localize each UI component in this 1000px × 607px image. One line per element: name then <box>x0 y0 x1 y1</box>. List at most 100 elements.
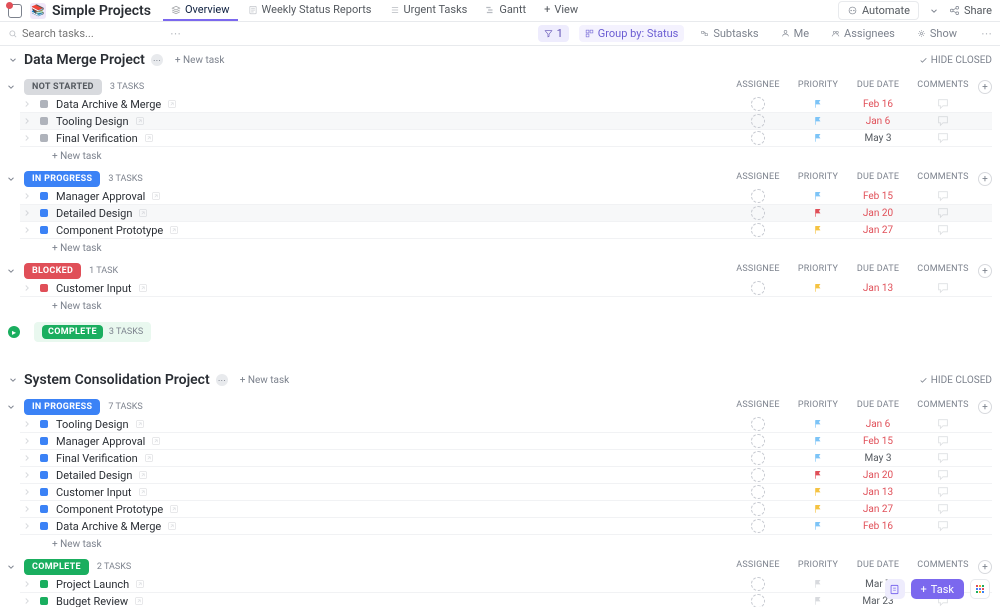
task-row[interactable]: Final VerificationMay 3 <box>20 450 992 467</box>
due-date-cell[interactable]: Jan 27 <box>848 504 908 515</box>
new-task-row[interactable]: + New task <box>20 239 992 258</box>
task-row[interactable]: Tooling Design Jan 6 <box>20 416 992 433</box>
task-name[interactable]: Final Verification <box>56 452 138 465</box>
open-task-icon[interactable] <box>151 191 161 201</box>
add-view-button[interactable]: + View <box>536 0 586 21</box>
due-date-cell[interactable]: Jan 20 <box>848 208 908 219</box>
assignee-cell[interactable] <box>728 97 788 111</box>
comments-cell[interactable] <box>908 485 978 499</box>
task-row[interactable]: Detailed DesignJan 20 <box>20 467 992 484</box>
comments-cell[interactable] <box>908 97 978 111</box>
col-priority[interactable]: PRIORITY <box>788 80 848 94</box>
task-row[interactable]: Data Archive & MergeFeb 16 <box>20 96 992 113</box>
expand-task-icon[interactable] <box>22 133 32 143</box>
new-task-row[interactable]: + New task <box>20 297 992 316</box>
project-new-task-link[interactable]: + New task <box>175 55 225 66</box>
collapse-group-icon[interactable] <box>6 82 16 92</box>
task-status-square[interactable] <box>40 284 48 292</box>
task-row[interactable]: Customer InputJan 13 <box>20 280 992 297</box>
open-task-icon[interactable] <box>167 521 177 531</box>
priority-cell[interactable] <box>788 116 848 126</box>
col-assignee[interactable]: ASSIGNEE <box>728 80 788 94</box>
assignee-cell[interactable] <box>728 519 788 533</box>
content-scroll[interactable]: Data Merge Project⋯+ New task HIDE CLOSE… <box>0 46 1000 607</box>
open-task-icon[interactable] <box>138 487 148 497</box>
status-pill[interactable]: IN PROGRESS <box>24 171 100 187</box>
collapse-project-icon[interactable] <box>8 375 18 385</box>
priority-cell[interactable] <box>788 225 848 235</box>
due-date-cell[interactable]: Jan 6 <box>848 419 908 430</box>
open-task-icon[interactable] <box>135 579 145 589</box>
quick-note-button[interactable] <box>885 579 905 599</box>
search-input[interactable] <box>22 27 162 40</box>
expand-task-icon[interactable] <box>22 453 32 463</box>
task-name[interactable]: Customer Input <box>56 282 132 295</box>
workspace-name[interactable]: Simple Projects <box>52 3 151 19</box>
comments-cell[interactable] <box>908 281 978 295</box>
due-date-cell[interactable]: Jan 6 <box>848 116 908 127</box>
assignee-cell[interactable] <box>728 417 788 431</box>
comments-cell[interactable] <box>908 189 978 203</box>
status-pill[interactable]: BLOCKED <box>24 263 81 279</box>
task-status-square[interactable] <box>40 488 48 496</box>
task-name[interactable]: Component Prototype <box>56 224 163 237</box>
task-row[interactable]: Manager ApprovalFeb 15 <box>20 433 992 450</box>
priority-cell[interactable] <box>788 99 848 109</box>
comments-cell[interactable] <box>908 434 978 448</box>
assignee-cell[interactable] <box>728 577 788 591</box>
task-row[interactable]: Component Prototype Jan 27 <box>20 501 992 518</box>
task-status-square[interactable] <box>40 437 48 445</box>
assignee-cell[interactable] <box>728 189 788 203</box>
task-status-square[interactable] <box>40 522 48 530</box>
open-task-icon[interactable] <box>151 436 161 446</box>
me-filter[interactable]: Me <box>775 25 815 42</box>
task-name[interactable]: Tooling Design <box>56 418 129 431</box>
apps-button[interactable] <box>970 579 990 599</box>
col-assignee[interactable]: ASSIGNEE <box>728 264 788 278</box>
col-comments[interactable]: COMMENTS <box>908 264 978 278</box>
hide-closed-toggle[interactable]: HIDE CLOSED <box>919 375 992 386</box>
assignee-cell[interactable] <box>728 131 788 145</box>
task-status-square[interactable] <box>40 580 48 588</box>
collapse-group-icon[interactable] <box>6 402 16 412</box>
task-name[interactable]: Data Archive & Merge <box>56 98 161 111</box>
expand-task-icon[interactable] <box>22 579 32 589</box>
expand-task-icon[interactable] <box>22 283 32 293</box>
task-row[interactable]: Customer InputJan 13 <box>20 484 992 501</box>
task-status-square[interactable] <box>40 505 48 513</box>
task-name[interactable]: Component Prototype <box>56 503 163 516</box>
col-assignee[interactable]: ASSIGNEE <box>728 172 788 186</box>
task-row[interactable]: Data Archive & MergeFeb 16 <box>20 518 992 535</box>
task-status-square[interactable] <box>40 117 48 125</box>
expand-complete-icon[interactable]: ▸ <box>8 326 20 338</box>
show-menu[interactable]: Show <box>911 25 963 42</box>
priority-cell[interactable] <box>788 504 848 514</box>
comments-cell[interactable] <box>908 502 978 516</box>
info-icon[interactable]: ⋯ <box>216 374 228 386</box>
comments-cell[interactable] <box>908 114 978 128</box>
due-date-cell[interactable]: Jan 13 <box>848 487 908 498</box>
search-more-icon[interactable]: ⋯ <box>170 27 181 40</box>
hide-closed-toggle[interactable]: HIDE CLOSED <box>919 55 992 66</box>
col-assignee[interactable]: ASSIGNEE <box>728 400 788 414</box>
task-row[interactable]: Detailed DesignJan 20 <box>20 205 992 222</box>
task-name[interactable]: Manager Approval <box>56 190 145 203</box>
add-column-button[interactable]: + <box>978 560 992 574</box>
comments-cell[interactable] <box>908 519 978 533</box>
assignee-cell[interactable] <box>728 114 788 128</box>
priority-cell[interactable] <box>788 596 848 606</box>
add-column-button[interactable]: + <box>978 264 992 278</box>
comments-cell[interactable] <box>908 206 978 220</box>
task-name[interactable]: Budget Review <box>56 595 128 607</box>
expand-task-icon[interactable] <box>22 191 32 201</box>
task-status-square[interactable] <box>40 100 48 108</box>
tab-overview[interactable]: Overview <box>163 0 238 21</box>
assignee-cell[interactable] <box>728 485 788 499</box>
expand-task-icon[interactable] <box>22 436 32 446</box>
tab-urgent-tasks[interactable]: Urgent Tasks <box>382 0 476 21</box>
task-row[interactable]: Component PrototypeJan 27 <box>20 222 992 239</box>
assignee-cell[interactable] <box>728 502 788 516</box>
comments-cell[interactable] <box>908 223 978 237</box>
open-task-icon[interactable] <box>135 419 145 429</box>
task-status-square[interactable] <box>40 471 48 479</box>
